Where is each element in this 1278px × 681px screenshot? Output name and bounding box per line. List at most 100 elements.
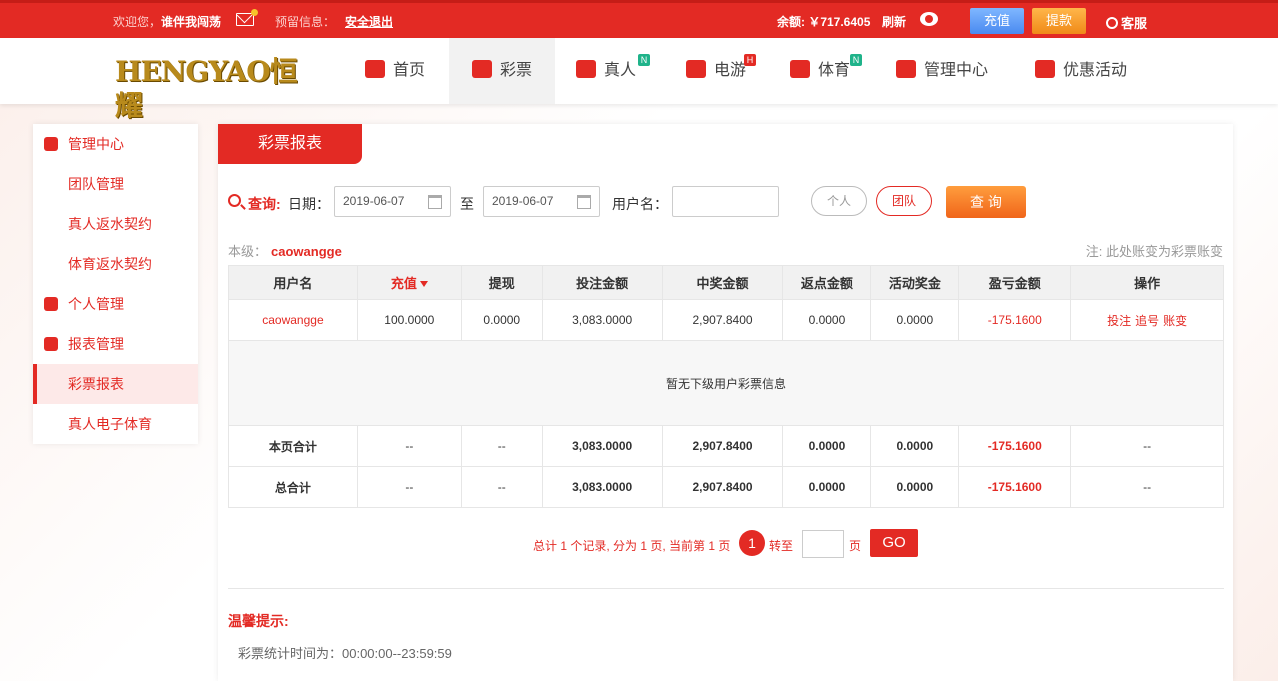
personal-toggle[interactable]: 个人: [811, 186, 867, 216]
page-jump-input[interactable]: [802, 530, 844, 558]
cell-rebate: 0.0000: [782, 299, 872, 341]
refresh-link[interactable]: 刷新: [882, 13, 906, 30]
users-icon: [44, 137, 58, 151]
sidebar-item-live-electronic-sports[interactable]: 真人电子体育: [33, 404, 198, 444]
cell-username[interactable]: caowangge: [228, 299, 358, 341]
col-ops: 操作: [1070, 265, 1224, 300]
tab-lottery-report[interactable]: 彩票报表: [218, 124, 362, 164]
sidebar-group-management[interactable]: 管理中心: [33, 124, 198, 164]
sidebar-group-reports[interactable]: 报表管理: [33, 324, 198, 364]
eye-icon[interactable]: [920, 12, 938, 26]
cell-profit: -175.1600: [958, 299, 1072, 341]
page-unit: 页: [849, 539, 862, 553]
username-input[interactable]: [672, 186, 779, 217]
sidebar-item-sports-rebate[interactable]: 体育返水契约: [33, 244, 198, 284]
hot-badge: H: [744, 54, 756, 66]
username: 谁伴我闯荡: [161, 15, 222, 29]
cell-label: 本页合计: [228, 425, 358, 467]
col-recharge-label: 充值: [390, 276, 417, 291]
date-to-input[interactable]: 2019-06-07: [483, 186, 600, 217]
headset-icon: [1106, 17, 1118, 29]
cell-bet: 3,083.0000: [541, 466, 663, 508]
bet-link[interactable]: 投注: [1107, 314, 1131, 328]
search-form: 查询: 日期： 2019-06-07 至 2019-06-07 用户名： 个人 …: [228, 186, 1228, 218]
main-panel: 彩票报表 查询: 日期： 2019-06-07 至 2019-06-07 用户名…: [218, 124, 1233, 681]
calendar-icon: [428, 195, 442, 209]
logout-link[interactable]: 安全退出: [345, 13, 393, 30]
col-profit: 盈亏金额: [958, 265, 1072, 300]
nav-label: 真人: [604, 62, 637, 79]
users-icon: [896, 60, 916, 78]
chase-link[interactable]: 追号: [1135, 314, 1159, 328]
cell-bet: 3,083.0000: [541, 299, 663, 341]
sidebar-item-team[interactable]: 团队管理: [33, 164, 198, 204]
customer-service-link[interactable]: 客服: [1106, 13, 1147, 32]
nav-label: 彩票: [500, 62, 533, 79]
account-change-link[interactable]: 账变: [1163, 314, 1187, 328]
col-recharge[interactable]: 充值: [356, 265, 462, 300]
nav-management[interactable]: 管理中心: [896, 38, 1006, 104]
user-icon: [44, 297, 58, 311]
main-nav: HENGYAO恒耀 首页 彩票 真人 N 电游 H 体育 N 管理中心 优惠活动: [0, 38, 1278, 122]
top-bar: 欢迎您，谁伴我闯荡 预留信息： 安全退出 余额: ￥717.6405 刷新 充值…: [0, 0, 1278, 38]
cell-label: 总合计: [228, 466, 358, 508]
withdraw-button[interactable]: 提款: [1032, 8, 1086, 34]
cell-recharge: --: [356, 425, 462, 467]
gift-icon: [1035, 60, 1055, 78]
nav-promotions[interactable]: 优惠活动: [1035, 38, 1145, 104]
cell-ops: 投注 追号 账变: [1070, 299, 1224, 341]
sort-desc-icon: [419, 281, 428, 287]
sidebar-item-lottery-report[interactable]: 彩票报表: [33, 364, 198, 404]
nav-label: 体育: [818, 62, 851, 79]
level-row: 本级： caowangge 注: 此处账变为彩票账变: [228, 241, 1223, 260]
sidebar-item-live-rebate[interactable]: 真人返水契约: [33, 204, 198, 244]
recharge-button[interactable]: 充值: [970, 8, 1024, 34]
table-header-row: 用户名 充值 提现 投注金额 中奖金额 返点金额 活动奖金 盈亏金额 操作: [228, 265, 1224, 300]
to-label: 至: [460, 196, 474, 212]
note-text: 注: 此处账变为彩票账变: [1085, 244, 1223, 259]
cell-profit: -175.1600: [958, 425, 1072, 467]
nav-sports[interactable]: 体育 N: [790, 38, 870, 104]
unread-dot: [251, 9, 258, 16]
cell-withdraw: --: [460, 425, 543, 467]
sidebar-group-personal[interactable]: 个人管理: [33, 284, 198, 324]
date-from-input[interactable]: 2019-06-07: [334, 186, 451, 217]
service-label: 客服: [1121, 16, 1148, 31]
query-button[interactable]: 查 询: [946, 186, 1026, 218]
level-user[interactable]: caowangge: [271, 244, 342, 259]
trophy-icon: [790, 60, 810, 78]
cell-bet: 3,083.0000: [541, 425, 663, 467]
tips-title: 温馨提示:: [228, 613, 289, 629]
col-rebate: 返点金额: [782, 265, 872, 300]
empty-message: 暂无下级用户彩票信息: [228, 340, 1224, 426]
empty-row: 暂无下级用户彩票信息: [228, 340, 1224, 426]
cell-bonus: 0.0000: [870, 466, 960, 508]
new-badge: N: [638, 54, 650, 66]
logo[interactable]: HENGYAO恒耀: [115, 55, 321, 122]
col-withdraw: 提现: [460, 265, 543, 300]
nav-lottery[interactable]: 彩票: [449, 38, 555, 104]
mail-icon[interactable]: [236, 9, 258, 26]
report-table: 用户名 充值 提现 投注金额 中奖金额 返点金额 活动奖金 盈亏金额 操作 ca…: [228, 265, 1224, 508]
nav-label: 优惠活动: [1063, 62, 1128, 79]
live-dealer-icon: [576, 60, 596, 78]
calendar-icon: [577, 195, 591, 209]
home-icon: [365, 60, 385, 78]
cell-recharge: 100.0000: [356, 299, 462, 341]
nav-live[interactable]: 真人 N: [576, 38, 656, 104]
new-badge: N: [850, 54, 862, 66]
col-username: 用户名: [228, 265, 358, 300]
nav-slots[interactable]: 电游 H: [686, 38, 766, 104]
page-total-row: 本页合计 -- -- 3,083.0000 2,907.8400 0.0000 …: [228, 425, 1224, 467]
date-to-value: 2019-06-07: [492, 194, 554, 208]
cell-ops: --: [1070, 425, 1224, 467]
page-1-button[interactable]: 1: [739, 530, 765, 556]
cell-withdraw: --: [460, 466, 543, 508]
nav-home[interactable]: 首页: [365, 38, 440, 104]
date-from-value: 2019-06-07: [343, 194, 405, 208]
team-toggle[interactable]: 团队: [876, 186, 932, 216]
level-label: 本级：: [228, 244, 268, 259]
go-button[interactable]: GO: [870, 529, 918, 557]
grand-total-row: 总合计 -- -- 3,083.0000 2,907.8400 0.0000 0…: [228, 466, 1224, 508]
nav-label: 管理中心: [924, 62, 989, 79]
